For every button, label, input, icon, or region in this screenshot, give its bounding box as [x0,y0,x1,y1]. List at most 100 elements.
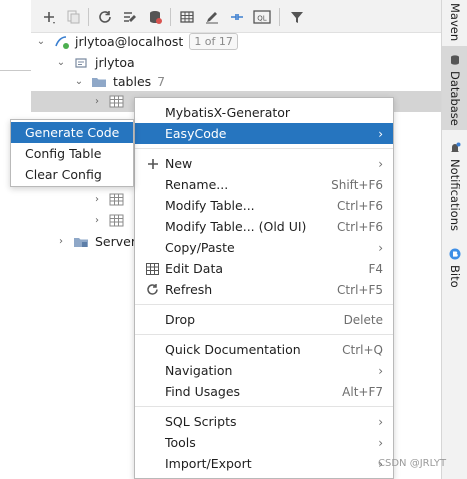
menu-item-modify-table-old-ui[interactable]: Modify Table... (Old UI) Ctrl+F6 [135,216,393,237]
tab-bito[interactable]: Bito [442,248,467,292]
schema-label: jrlytoa [95,55,135,70]
menu-item-label: Find Usages [165,384,241,399]
folder-icon [91,74,107,90]
chevron-down-icon[interactable]: ⌄ [35,36,47,47]
menu-item-label: Tools [165,435,196,450]
easycode-submenu: Generate Code Config Table Clear Config [10,119,134,187]
menu-item-shortcut: Ctrl+Q [342,342,383,357]
tables-folder-label: tables [113,74,152,89]
tree-node-connection[interactable]: ⌄ jrlytoa@localhost 1 of 17 [35,31,238,52]
plus-icon [145,156,160,171]
tables-count: 7 [157,74,166,89]
tab-database-label: Database [448,71,462,126]
grid-icon [145,261,160,276]
menu-item-find-usages[interactable]: Find Usages Alt+F7 [135,381,393,402]
connection-count-badge: 1 of 17 [189,33,238,50]
submenu-item-generate-code[interactable]: Generate Code [11,122,133,143]
chevron-down-icon[interactable]: ⌄ [73,76,85,87]
menu-item-refresh[interactable]: Refresh Ctrl+F5 [135,279,393,300]
menu-item-edit-data[interactable]: Edit Data F4 [135,258,393,279]
context-menu: MybatisX-Generator EasyCode › New › Rena… [134,97,394,479]
menu-item-shortcut: Ctrl+F6 [337,219,383,234]
menu-item-sql-scripts[interactable]: SQL Scripts › [135,411,393,432]
menu-item-label: Drop [165,312,196,327]
tab-bito-label: Bito [448,265,462,288]
jump-icon[interactable] [227,7,247,27]
database-toolbar: QL [31,0,441,33]
menu-item-label: Navigation [165,363,233,378]
menu-item-label: Refresh [165,282,213,297]
table-icon[interactable] [177,7,197,27]
chevron-down-icon[interactable]: ⌄ [55,57,67,68]
tree-node-table[interactable]: › [91,189,131,210]
submenu-arrow-icon: › [378,414,383,429]
toolbar-separator [88,8,89,26]
menu-item-label: Copy/Paste [165,240,235,255]
menu-item-easycode[interactable]: EasyCode › [135,123,393,144]
duplicate-icon[interactable] [63,7,83,27]
submenu-arrow-icon: › [378,363,383,378]
menu-item-label: SQL Scripts [165,414,237,429]
menu-item-copy-paste[interactable]: Copy/Paste › [135,237,393,258]
table-icon [109,193,125,207]
svg-text:QL: QL [257,15,267,23]
properties-icon[interactable] [120,7,140,27]
menu-item-modify-table[interactable]: Modify Table... Ctrl+F6 [135,195,393,216]
menu-item-import-export[interactable]: Import/Export › [135,453,393,474]
left-panel-strip [0,0,31,479]
menu-item-tools[interactable]: Tools › [135,432,393,453]
menu-separator [135,304,393,305]
bito-icon [449,248,461,263]
menu-separator [135,148,393,149]
menu-item-quick-documentation[interactable]: Quick Documentation Ctrl+Q [135,339,393,360]
submenu-item-config-table[interactable]: Config Table [11,143,133,164]
tree-node-server-objects[interactable]: › Server [55,231,136,252]
submenu-item-label: Generate Code [25,125,120,140]
menu-item-label: EasyCode [165,126,227,141]
menu-item-drop[interactable]: Drop Delete [135,309,393,330]
menu-item-label: MybatisX-Generator [165,105,291,120]
tree-node-table[interactable]: › [91,210,131,231]
submenu-item-label: Config Table [25,146,102,161]
submenu-item-clear-config[interactable]: Clear Config [11,164,133,185]
right-tool-strip: Maven Database Notifications Bito [441,0,467,479]
tab-maven[interactable]: Maven [442,2,467,42]
submenu-arrow-icon: › [378,240,383,255]
chevron-right-icon[interactable]: › [91,96,103,107]
menu-item-label: Quick Documentation [165,342,301,357]
submenu-arrow-icon: › [378,435,383,450]
menu-item-shortcut: F4 [368,261,383,276]
submenu-arrow-icon: › [378,156,383,171]
table-icon [109,214,125,228]
database-icon [449,54,461,69]
refresh-icon[interactable] [95,7,115,27]
ql-console-icon[interactable]: QL [252,7,272,27]
tab-notifications[interactable]: Notifications [442,142,467,234]
menu-item-rename[interactable]: Rename... Shift+F6 [135,174,393,195]
tree-node-schema[interactable]: ⌄ jrlytoa [55,52,135,73]
menu-item-shortcut: Ctrl+F5 [337,282,383,297]
menu-item-navigation[interactable]: Navigation › [135,360,393,381]
menu-item-label: Rename... [165,177,229,192]
menu-separator [135,406,393,407]
chevron-right-icon[interactable]: › [91,194,103,205]
toolbar-separator [279,8,280,26]
tree-node-tables-folder[interactable]: ⌄ tables 7 [73,71,165,92]
left-panel-divider [0,70,31,71]
menu-item-new[interactable]: New › [135,153,393,174]
filter-icon[interactable] [287,7,307,27]
add-icon[interactable] [39,7,59,27]
chevron-right-icon[interactable]: › [91,215,103,226]
menu-item-label: Modify Table... (Old UI) [165,219,307,234]
menu-item-mybatisx-generator[interactable]: MybatisX-Generator [135,102,393,123]
datasource-icon[interactable] [145,7,165,27]
menu-item-label: New [165,156,193,171]
menu-item-shortcut: Delete [343,312,383,327]
chevron-right-icon[interactable]: › [55,236,67,247]
menu-item-shortcut: Ctrl+F6 [337,198,383,213]
server-folder-icon [73,234,89,250]
table-icon [109,95,125,109]
edit-icon[interactable] [202,7,222,27]
menu-item-label: Edit Data [165,261,224,276]
tab-database[interactable]: Database [442,46,467,130]
